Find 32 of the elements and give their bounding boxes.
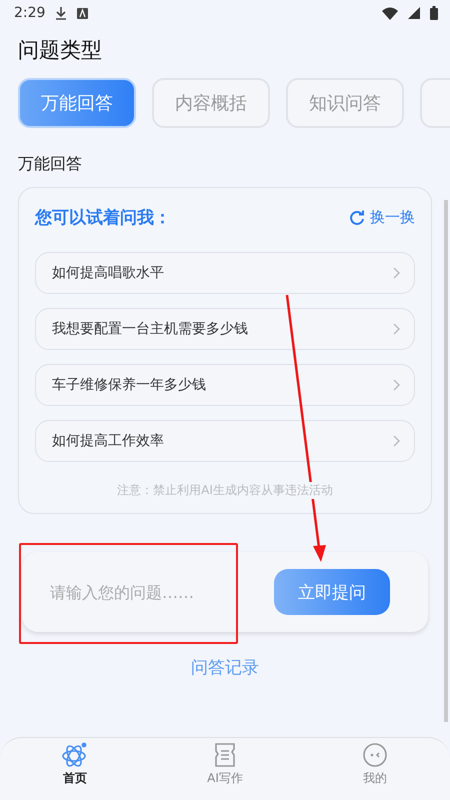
atom-icon (61, 742, 89, 768)
question-input[interactable]: 请输入您的问题…… (48, 582, 274, 602)
battery-icon (430, 6, 438, 20)
document-icon (212, 742, 238, 768)
status-time: 2:29 (14, 5, 46, 21)
face-icon (362, 742, 388, 768)
tab[interactable]: 知识问答 (286, 78, 404, 128)
tab[interactable]: 万能回答 (18, 78, 136, 128)
suggestion-item[interactable]: 我想要配置一台主机需要多少钱 (35, 308, 415, 350)
history-link[interactable]: 问答记录 (191, 656, 259, 679)
suggestion-heading: 您可以试着问我： (35, 207, 172, 229)
section-label: 万能回答 (18, 154, 83, 175)
chevron-right-icon (393, 323, 400, 335)
ask-button[interactable]: 立即提问 (274, 569, 390, 615)
wifi-icon (382, 6, 398, 20)
nav-item[interactable]: 我的 (300, 738, 450, 800)
suggestion-item[interactable]: 车子维修保养一年多少钱 (35, 364, 415, 406)
chevron-right-icon (393, 435, 400, 447)
download-icon (55, 6, 68, 20)
chevron-right-icon (393, 379, 400, 391)
app-icon (77, 8, 88, 18)
tab[interactable]: 内容概括 (152, 78, 270, 128)
nav-item[interactable]: AI写作 (150, 738, 300, 800)
suggestion-item[interactable]: 如何提高工作效率 (35, 420, 415, 462)
suggestion-item[interactable]: 如何提高唱歌水平 (35, 252, 415, 294)
refresh-icon (349, 210, 365, 226)
chevron-right-icon (393, 267, 400, 279)
notice-text: 注意：禁止利用AI生成内容从事违法活动 (117, 482, 333, 499)
signal-icon (408, 7, 420, 19)
nav-item[interactable]: 首页 (0, 738, 150, 800)
refresh-button[interactable]: 换一换 (349, 208, 415, 227)
page-title: 问题类型 (18, 37, 103, 64)
